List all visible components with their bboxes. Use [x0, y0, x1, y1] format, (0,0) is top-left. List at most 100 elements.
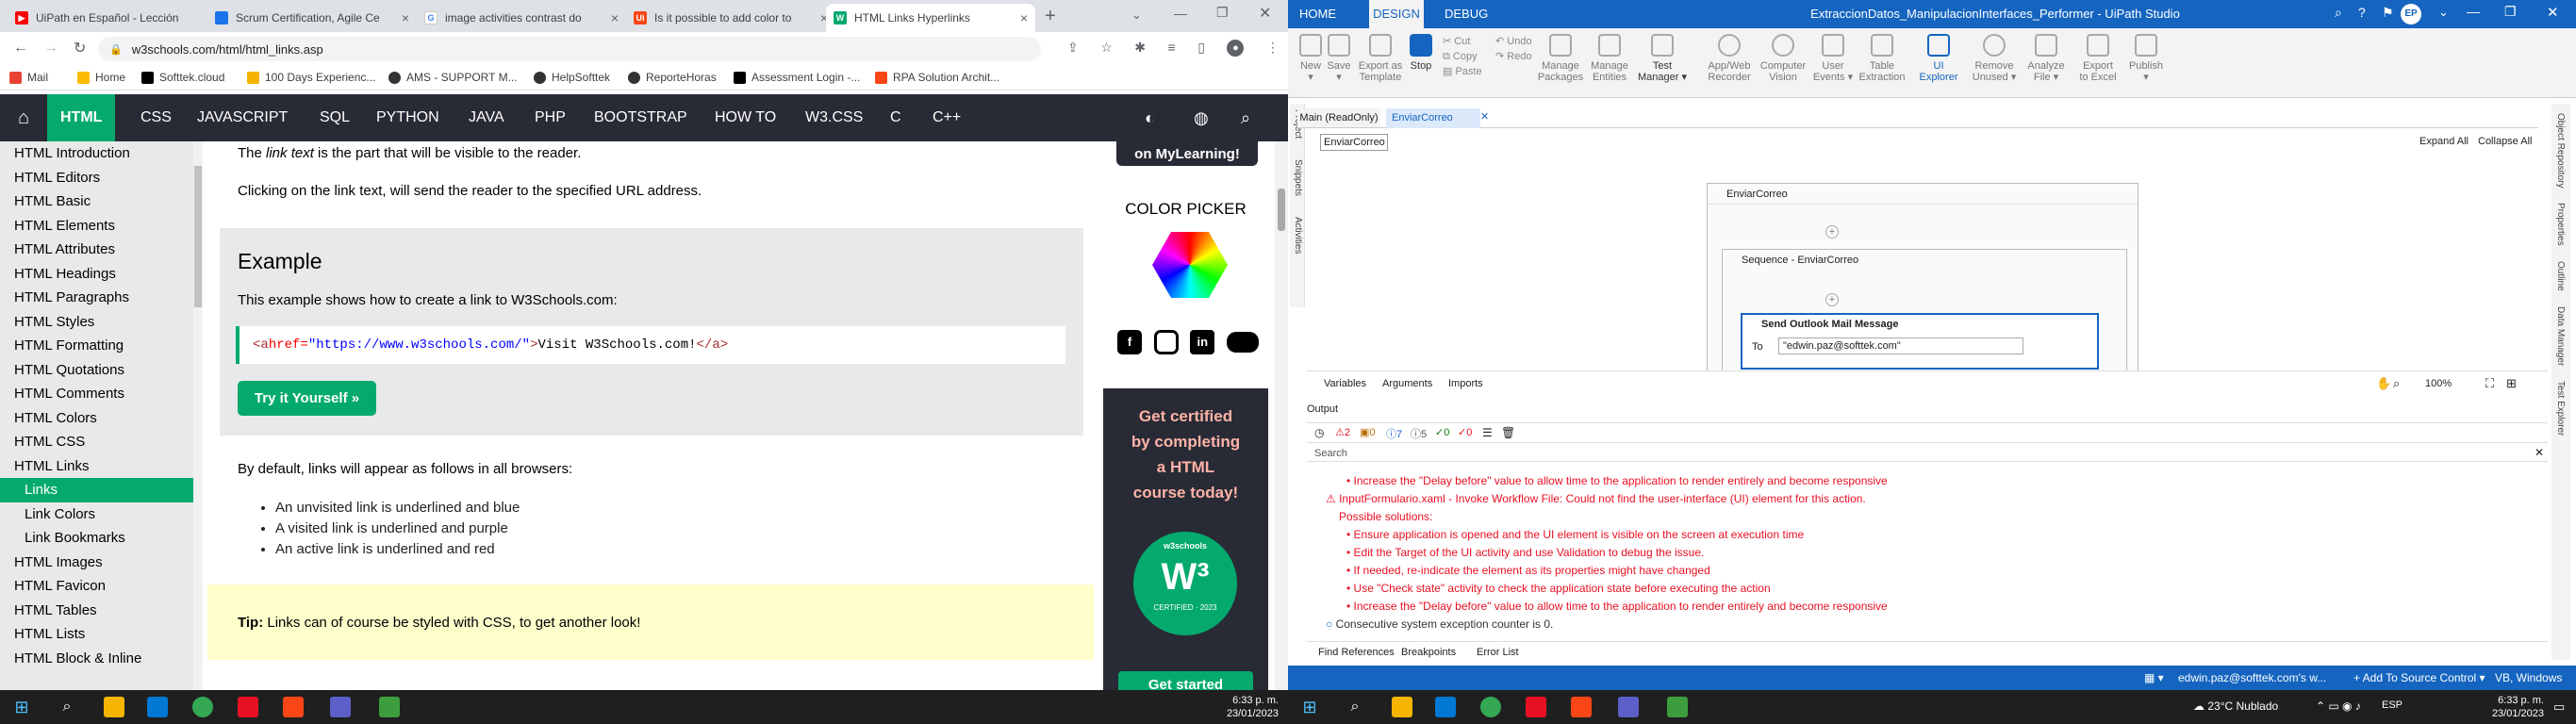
uipath-assistant-icon[interactable] — [1667, 697, 1688, 717]
notification-icon[interactable]: ⚑ — [2382, 5, 2394, 21]
clear-icon[interactable]: 🗑 — [1501, 426, 1515, 439]
side-link[interactable]: HTML Links — [0, 454, 203, 479]
tab-search-icon[interactable]: ⌄ — [1131, 8, 1142, 23]
redo-button[interactable]: ↷ Redo — [1495, 49, 1532, 64]
mylearning-banner[interactable]: on MyLearning! — [1116, 141, 1258, 166]
nav-sql[interactable]: SQL — [306, 94, 363, 141]
activities-panel-tab[interactable]: Activities — [1292, 217, 1303, 254]
side-link[interactable]: Link Bookmarks — [0, 526, 203, 551]
bookmark-item[interactable]: Mail — [9, 71, 48, 84]
warning-counter[interactable]: ▣0 — [1360, 426, 1376, 438]
computer-vision-button[interactable]: Computer Vision — [1756, 34, 1810, 83]
info-counter[interactable]: ⓘ7 — [1386, 426, 1402, 441]
test-explorer-tab[interactable]: Test Explorer — [2555, 381, 2566, 436]
table-extraction-button[interactable]: Table Extraction — [1856, 34, 1908, 83]
side-link[interactable]: HTML Block & Inline — [0, 647, 203, 671]
bookmark-item[interactable]: ReporteHoras — [628, 71, 717, 84]
status-version[interactable]: VB, Windows — [2495, 671, 2562, 684]
search-icon[interactable]: ⌕ — [57, 697, 77, 717]
side-link[interactable]: HTML Editors — [0, 166, 203, 190]
back-icon[interactable]: ← — [13, 40, 28, 57]
restore-button[interactable]: ❐ — [1216, 5, 1229, 21]
search-icon[interactable]: ⌕ — [1345, 697, 1365, 717]
find-references-tab[interactable]: Find References — [1318, 647, 1395, 658]
imports-tab[interactable]: Imports — [1448, 378, 1483, 389]
object-repository-tab[interactable]: Object Repository — [2555, 113, 2566, 188]
nav-c[interactable]: C — [877, 94, 915, 141]
bookmark-item[interactable]: 100 Days Experienc... — [247, 71, 375, 84]
restore-button[interactable]: ❐ — [2504, 4, 2517, 20]
user-events-button[interactable]: User Events ▾ — [1810, 34, 1856, 83]
acrobat-icon[interactable] — [1526, 697, 1546, 717]
try-it-yourself-button[interactable]: Try it Yourself » — [238, 381, 376, 416]
close-icon[interactable]: × — [396, 10, 409, 25]
search-icon[interactable]: ⌕ — [1228, 94, 1263, 141]
error-list-tab[interactable]: Error List — [1477, 647, 1519, 658]
side-link[interactable]: HTML Paragraphs — [0, 286, 203, 310]
paste-button[interactable]: ▤ Paste — [1443, 64, 1482, 79]
profile-icon[interactable]: ● — [1227, 40, 1245, 57]
doc-tab-main[interactable]: Main (ReadOnly) — [1297, 108, 1380, 127]
chevron-down-icon[interactable]: ⌄ — [2438, 5, 2449, 20]
nav-html[interactable]: HTML — [47, 94, 116, 141]
windows-start-icon[interactable]: ⊞ — [1299, 697, 1320, 717]
uipath-studio-icon[interactable] — [283, 697, 304, 717]
fit-icon[interactable]: ⛶ — [2485, 376, 2494, 391]
side-link[interactable]: HTML Favicon — [0, 574, 203, 599]
error-counter[interactable]: ⚠2 — [1335, 426, 1350, 438]
teams-icon[interactable] — [1618, 697, 1639, 717]
outline-tab[interactable]: Outline — [2555, 261, 2566, 291]
tab-design[interactable]: DESIGN — [1369, 0, 1424, 28]
test-manager-button[interactable]: Test Manager ▾ — [1633, 34, 1692, 83]
nav-python[interactable]: PYTHON — [363, 94, 453, 141]
side-link[interactable]: HTML Colors — [0, 406, 203, 431]
collapse-all-link[interactable]: Collapse All — [2478, 136, 2532, 147]
extensions-icon[interactable]: ✱ — [1134, 40, 1146, 58]
to-field[interactable]: "edwin.paz@softtek.com" — [1778, 337, 2023, 354]
weather-widget[interactable]: ☁ 23°C Nublado — [2193, 699, 2278, 713]
facebook-icon[interactable]: f — [1117, 330, 1142, 354]
reload-icon[interactable]: ↻ — [74, 39, 86, 58]
nav-javascript[interactable]: JAVASCRIPT — [184, 94, 301, 141]
side-link[interactable]: HTML Introduction — [0, 141, 203, 166]
linkedin-icon[interactable]: in — [1190, 330, 1215, 354]
sidenav-scrollbar[interactable] — [193, 141, 203, 690]
output-search[interactable]: Search — [1307, 445, 2548, 462]
manage-entities-button[interactable]: Manage Entities — [1586, 34, 1633, 83]
status-icons[interactable]: ▦ ▾ — [2144, 671, 2164, 684]
properties-tab[interactable]: Properties — [2555, 203, 2566, 246]
snippets-panel-tab[interactable]: Snippets — [1292, 159, 1303, 196]
success-counter[interactable]: ✓0 — [1435, 426, 1449, 438]
address-bar[interactable]: 🔒 w3schools.com/html/html_links.asp — [98, 37, 1041, 61]
outlook-icon[interactable] — [147, 697, 168, 717]
media-icon[interactable]: ≡ — [1168, 40, 1176, 58]
browser-tab[interactable]: ▶ UiPath en Español - Lección × — [8, 4, 234, 32]
outlook-icon[interactable] — [1435, 697, 1456, 717]
star-icon[interactable]: ☆ — [1100, 40, 1113, 58]
browser-tab[interactable]: Ui Is it possible to add color to × — [626, 4, 835, 32]
close-window-button[interactable]: ✕ — [2547, 4, 2559, 21]
side-link[interactable]: HTML Basic — [0, 189, 203, 214]
add-source-control-button[interactable]: + Add To Source Control ▾ — [2353, 671, 2485, 684]
side-link[interactable]: HTML Quotations — [0, 358, 203, 383]
save-button[interactable]: Save ▾ — [1326, 34, 1352, 83]
hand-icon[interactable]: ✋ — [2376, 376, 2391, 391]
nav-bootstrap[interactable]: BOOTSTRAP — [581, 94, 701, 141]
file-explorer-icon[interactable] — [104, 697, 124, 717]
app-web-recorder-button[interactable]: App/Web Recorder — [1703, 34, 1756, 83]
side-link-active[interactable]: Links — [0, 478, 203, 502]
status-user[interactable]: edwin.paz@softtek.com's w... — [2178, 671, 2326, 684]
side-link[interactable]: HTML Elements — [0, 214, 203, 239]
dark-mode-icon[interactable]: ◐ — [1131, 94, 1168, 141]
cut-button[interactable]: ✂ Cut — [1443, 34, 1482, 49]
user-avatar[interactable]: EP — [2401, 4, 2421, 25]
side-link[interactable]: HTML CSS — [0, 430, 203, 454]
analyze-file-button[interactable]: Analyze File ▾ — [2023, 34, 2069, 83]
trace-counter[interactable]: ⓘ5 — [1411, 426, 1427, 441]
browser-tab[interactable]: Scrum Certification, Agile Ce × — [207, 4, 417, 32]
new-button[interactable]: New ▾ — [1297, 34, 1324, 83]
side-link[interactable]: HTML Comments — [0, 382, 203, 406]
data-manager-tab[interactable]: Data Manager — [2555, 306, 2566, 366]
ui-explorer-button[interactable]: UI Explorer — [1914, 34, 1963, 83]
side-link[interactable]: HTML Styles — [0, 310, 203, 335]
